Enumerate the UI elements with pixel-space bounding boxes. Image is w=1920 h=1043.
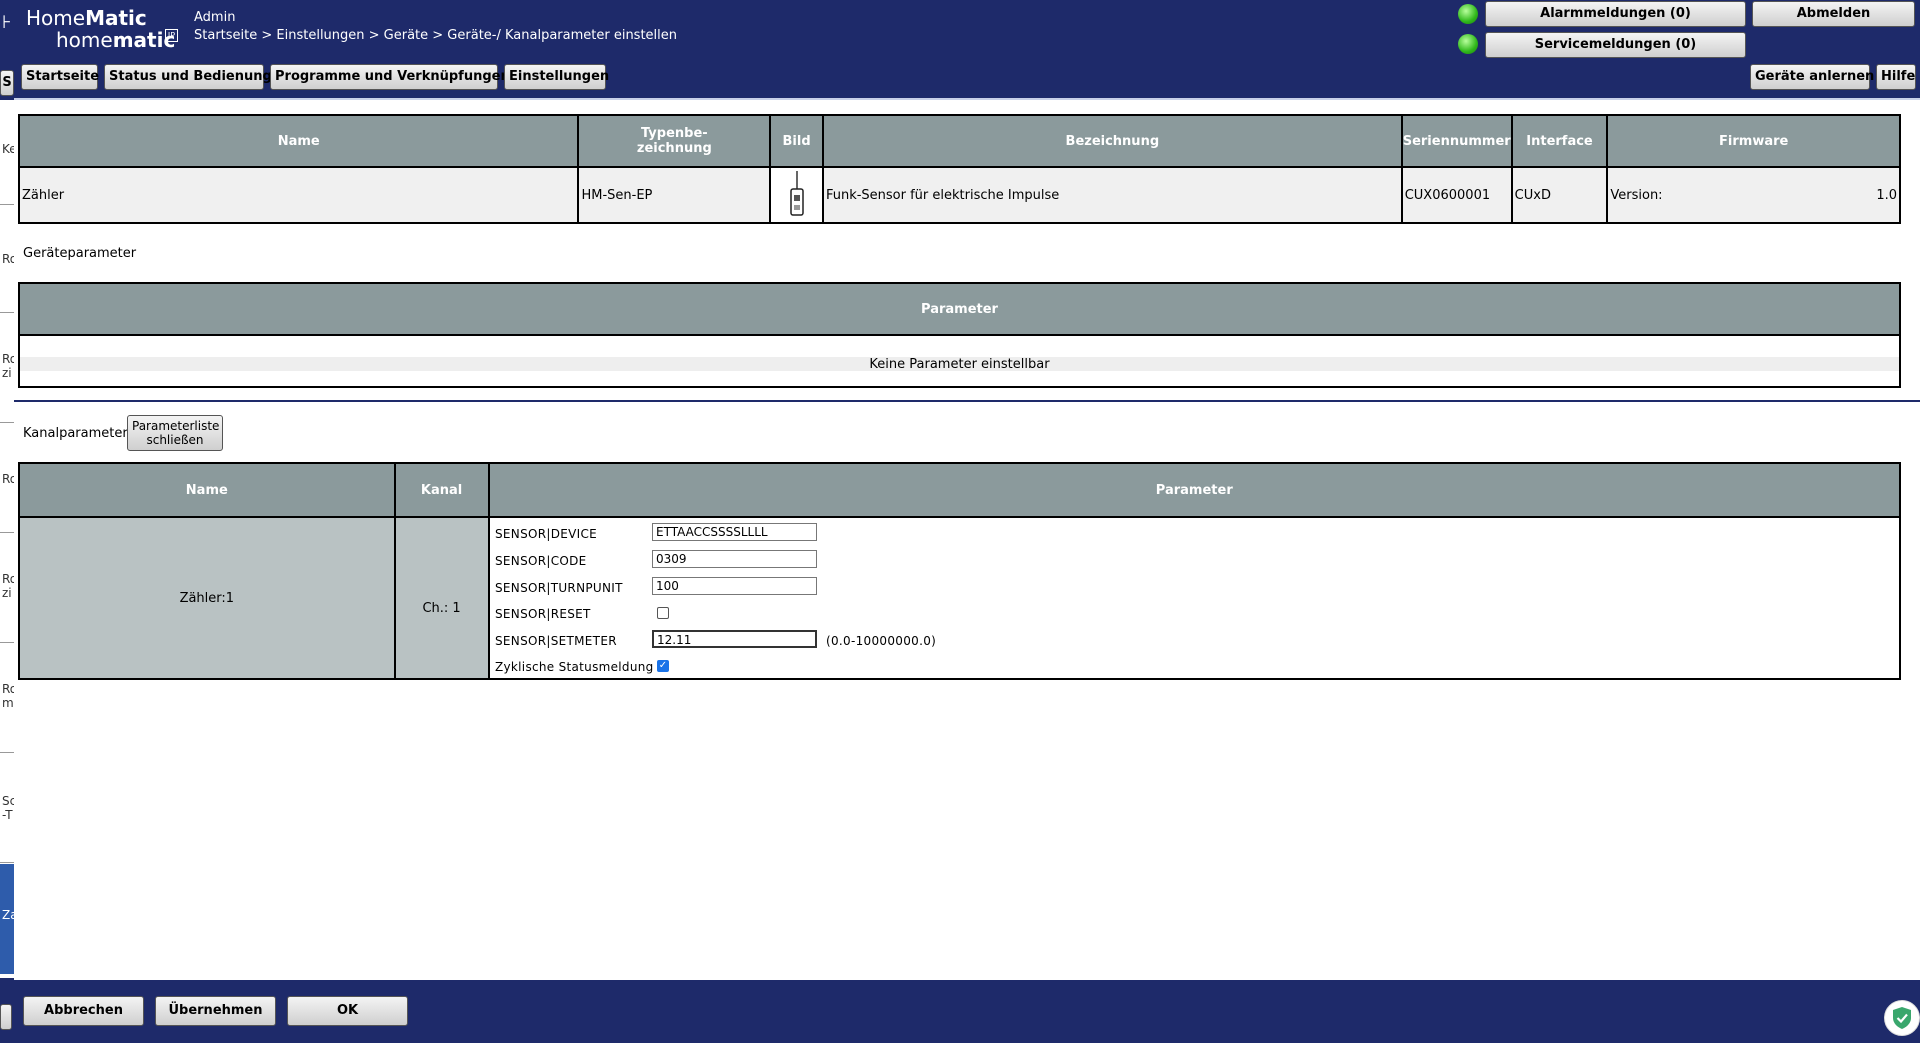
user-name: Admin [194, 10, 236, 25]
sidebar-item-label[interactable]: zi [2, 366, 12, 380]
param-label-turnpunit: SENSOR|TURNPUNIT [495, 581, 623, 595]
ok-button[interactable]: OK [287, 996, 408, 1026]
sidebar-item-label[interactable]: Ro [2, 572, 14, 586]
menu-edge-icon[interactable]: ⊦ [2, 12, 11, 33]
param-checkbox-cyclic-status[interactable]: ✓ [657, 660, 669, 672]
table-row: Zähler HM-Sen-EP Funk-Sensor für elektri… [17, 166, 1901, 224]
section-divider [14, 400, 1920, 402]
alarm-status-led-icon [1458, 4, 1478, 24]
apply-button[interactable]: Übernehmen [155, 996, 276, 1026]
param-label-reset: SENSOR|RESET [495, 607, 591, 621]
param-input-turnpunit[interactable]: 100 [652, 577, 817, 595]
service-status-led-icon [1458, 34, 1478, 54]
sidebar-divider [0, 204, 14, 205]
cancel-button[interactable]: Abbrechen [23, 996, 144, 1026]
sidebar-item-label[interactable]: -T [2, 808, 13, 822]
column-header: Name [17, 114, 580, 168]
channel-name: Zähler:1 [18, 516, 396, 680]
sidebar-divider [0, 642, 14, 643]
nav-settings-button[interactable]: Einstellungen [504, 64, 609, 90]
column-header: Kanal [393, 462, 490, 518]
footer-side-button[interactable] [0, 1004, 12, 1030]
close-param-list-button[interactable]: Parameterliste schließen [127, 415, 223, 451]
content-top-divider [14, 98, 1920, 106]
device-serial: CUX0600001 [1400, 166, 1513, 224]
channel-table-header: Name Kanal Parameter [18, 462, 1902, 518]
teach-devices-button[interactable]: Geräte anlernen [1750, 64, 1874, 90]
column-header: Name [18, 462, 396, 518]
channel-params-label: Kanalparameter [23, 426, 128, 441]
device-description: Funk-Sensor für elektrische Impulse [821, 166, 1403, 224]
param-checkbox-reset[interactable] [657, 607, 669, 619]
alarm-messages-button[interactable]: Alarmmeldungen (0) [1485, 1, 1746, 27]
device-table-header: Name Typenbe- zeichnung Bild Bezeichnung… [17, 114, 1901, 168]
param-label-cyclic-status: Zyklische Statusmeldung [495, 660, 654, 674]
device-type: HM-Sen-EP [577, 166, 772, 224]
logo-homematic-ip: homematic [56, 28, 176, 52]
nav-home-button[interactable]: Startseite [21, 64, 99, 90]
device-firmware: Version: 1.0 [1606, 166, 1901, 224]
column-header: Parameter [18, 282, 1901, 336]
sidebar-divider [0, 532, 14, 533]
sidebar-item-label[interactable]: Ro [2, 682, 14, 696]
logo-homematic: HomeMatic [26, 6, 147, 30]
logout-button[interactable]: Abmelden [1752, 1, 1915, 27]
sidebar-divider [0, 862, 14, 863]
breadcrumb: Startseite > Einstellungen > Geräte > Ge… [194, 28, 678, 43]
sidebar-toggle-button[interactable]: S [0, 70, 14, 96]
sidebar-item-label[interactable]: m [2, 696, 14, 710]
sidebar-item-label[interactable]: Ro [2, 472, 14, 486]
shield-check-icon [1893, 1007, 1911, 1029]
channel-params-cell [487, 516, 1902, 680]
channel-number: Ch.: 1 [393, 516, 490, 680]
firmware-value: 1.0 [1876, 187, 1897, 203]
channel-params-table: Name Kanal Parameter Zähler:1 Ch.: 1 [18, 462, 1902, 680]
param-label-setmeter: SENSOR|SETMETER [495, 634, 617, 648]
sidebar-divider [0, 422, 14, 423]
column-header: Parameter [487, 462, 1902, 518]
param-input-code[interactable]: 0309 [652, 550, 817, 568]
device-interface: CUxD [1510, 166, 1609, 224]
sensor-device-icon [789, 171, 804, 216]
sidebar-divider [0, 752, 14, 753]
sidebar-divider [0, 312, 14, 313]
column-header: Typenbe- zeichnung [577, 114, 772, 168]
table-row: Zähler:1 Ch.: 1 [18, 516, 1902, 680]
param-input-device[interactable]: ETTAACCSSSSLLLL [652, 523, 817, 541]
param-input-setmeter[interactable]: 12.11 [652, 630, 817, 648]
device-params-table: Parameter [18, 282, 1901, 388]
shield-check-icon[interactable] [1884, 1000, 1920, 1036]
firmware-label: Version: [1610, 187, 1663, 203]
param-label-code: SENSOR|CODE [495, 554, 587, 568]
sidebar-item-label[interactable]: Za [2, 908, 14, 922]
column-header: Seriennummer [1400, 114, 1513, 168]
device-table: Name Typenbe- zeichnung Bild Bezeichnung… [17, 114, 1901, 224]
device-image [769, 166, 824, 224]
column-header: Bild [769, 114, 824, 168]
service-messages-button[interactable]: Servicemeldungen (0) [1485, 32, 1746, 58]
logo-ip-badge: IP [165, 29, 178, 42]
column-header: Interface [1510, 114, 1609, 168]
device-params-label: Geräteparameter [23, 246, 137, 261]
sidebar-item-label[interactable]: Ro [2, 252, 14, 266]
sidebar-item-label[interactable]: Ke [2, 142, 14, 156]
sidebar-item-label[interactable]: Ro [2, 352, 14, 366]
device-name: Zähler [17, 166, 580, 224]
no-params-message: Keine Parameter einstellbar [869, 357, 1050, 372]
sidebar-item-label[interactable]: Sc [2, 794, 14, 808]
nav-status-button[interactable]: Status und Bedienung [104, 64, 272, 90]
help-button[interactable]: Hilfe [1876, 64, 1916, 90]
column-header: Firmware [1606, 114, 1901, 168]
param-range-setmeter: (0.0-10000000.0) [826, 634, 937, 648]
sidebar-item-label[interactable]: zi [2, 586, 12, 600]
param-label-device: SENSOR|DEVICE [495, 527, 598, 541]
nav-programs-button[interactable]: Programme und Verknüpfungen [270, 64, 510, 90]
sidebar-panel: Ke Ro Ro zi Ro Ro zi Ro m Sc -T Za [0, 100, 14, 978]
column-header: Bezeichnung [821, 114, 1403, 168]
